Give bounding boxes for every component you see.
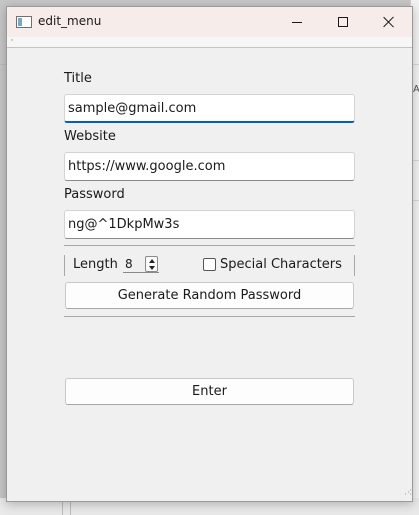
close-button[interactable] [366,7,412,37]
menubar-marker: ' [11,38,13,46]
password-options-row: Length 8 Special Characters [64,255,355,276]
length-label: Length [73,257,118,272]
title-bar[interactable]: edit_menu [7,7,412,37]
maximize-button[interactable] [320,7,366,37]
maximize-icon [338,17,348,27]
increment-arrow-icon[interactable] [149,259,155,263]
resize-grip-icon[interactable]: ⠠⠪ [402,490,412,499]
length-value: 8 [125,257,133,271]
enter-button[interactable]: Enter [65,378,354,405]
app-window-icon [16,16,32,28]
website-label: Website [64,129,116,144]
decrement-arrow-icon[interactable] [149,266,155,270]
special-characters-label[interactable]: Special Characters [220,257,342,272]
minimize-button[interactable] [274,7,320,37]
length-spinbox[interactable]: 8 [123,256,159,273]
special-characters-checkbox[interactable] [203,258,216,271]
generate-password-button[interactable]: Generate Random Password [65,282,354,309]
title-input[interactable] [64,94,355,123]
edit-menu-window: edit_menu ' Title Website Password Lengt… [6,6,413,502]
options-bottom-separator [64,316,355,317]
password-input[interactable] [64,210,355,239]
website-input[interactable] [64,152,355,181]
options-top-separator [64,245,355,246]
password-label: Password [64,187,125,202]
title-label: Title [64,71,92,86]
menu-bar: ' [7,37,412,48]
background-app-label: A [413,84,419,95]
minimize-icon [292,21,302,23]
close-icon [383,16,395,28]
length-stepper[interactable] [145,256,158,272]
window-title: edit_menu [38,14,102,28]
